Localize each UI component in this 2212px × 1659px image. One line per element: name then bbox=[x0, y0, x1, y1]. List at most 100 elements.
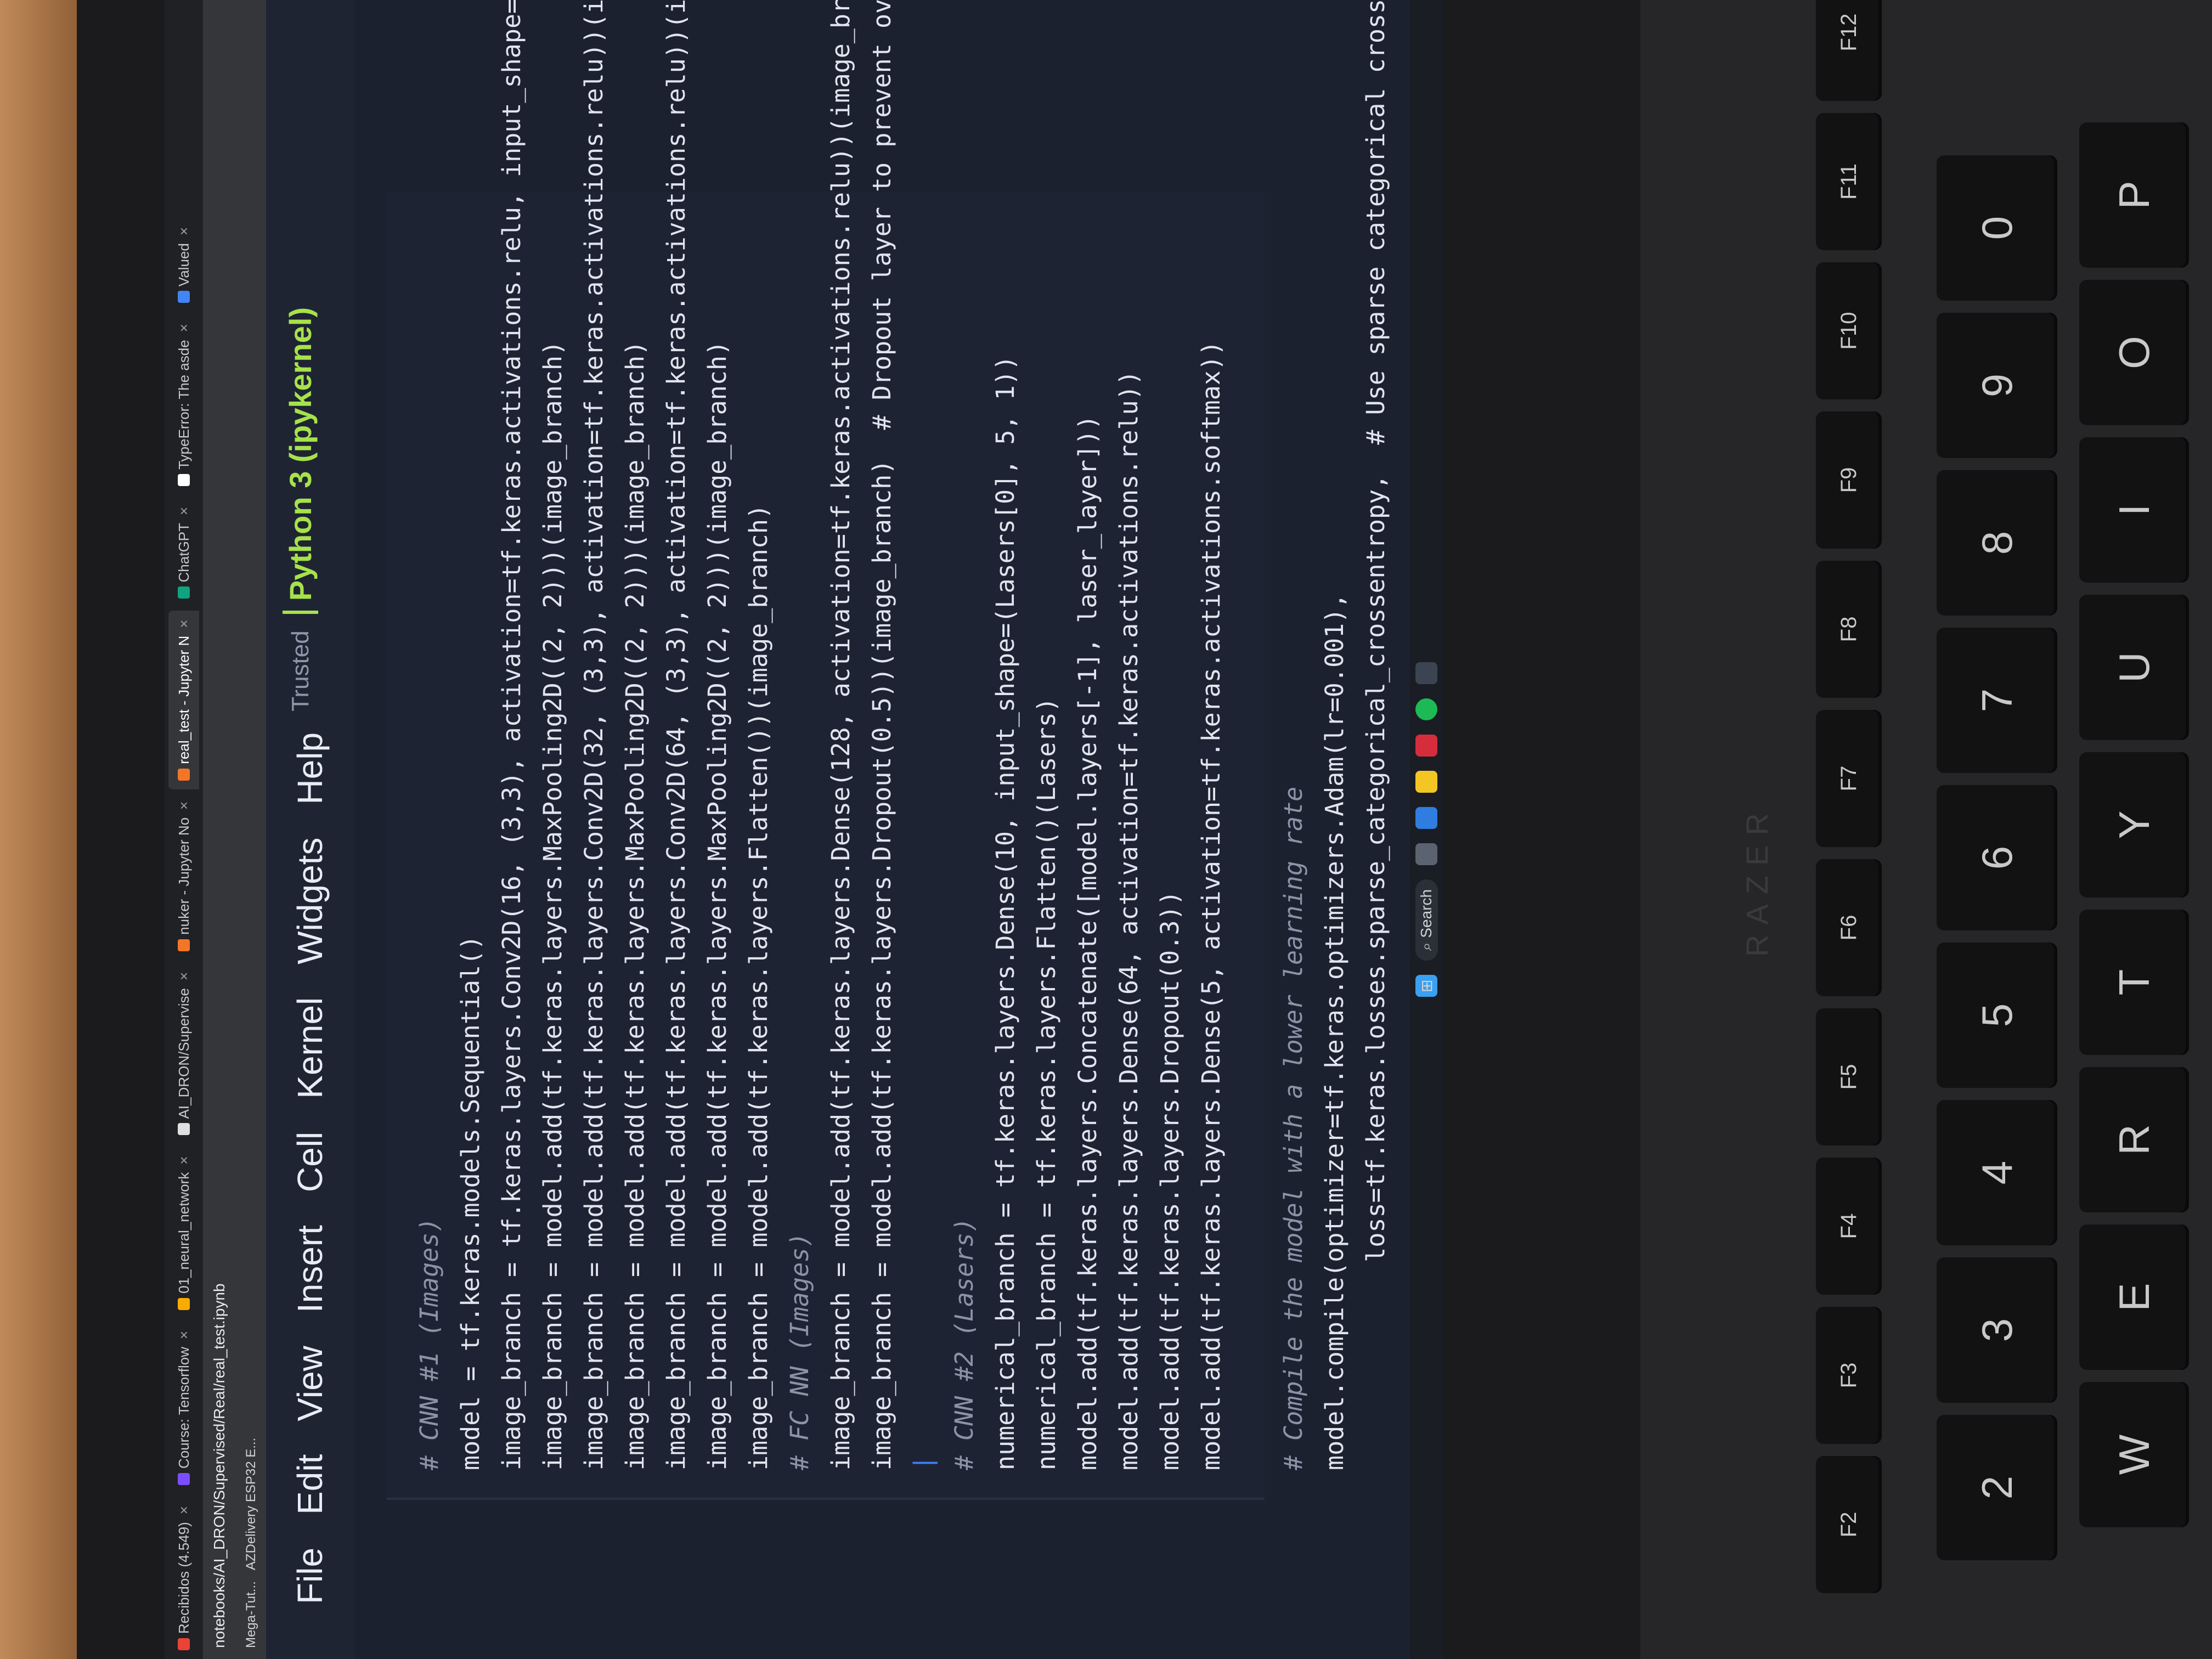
code-line: loss=tf.keras.losses.sparse_categorical_… bbox=[1361, 0, 1390, 1470]
tab-favicon-icon bbox=[178, 473, 190, 486]
key-3: 3 bbox=[1937, 1257, 2057, 1403]
opera-icon[interactable] bbox=[1415, 734, 1437, 757]
tab-close-icon[interactable]: × bbox=[176, 227, 193, 235]
key-f8: F8 bbox=[1816, 561, 1882, 698]
menu-cell[interactable]: Cell bbox=[290, 1132, 330, 1192]
tab-close-icon[interactable]: × bbox=[176, 1506, 193, 1514]
tab-close-icon[interactable]: × bbox=[176, 619, 193, 628]
key-8: 8 bbox=[1937, 470, 2057, 616]
key-f9: F9 bbox=[1816, 411, 1882, 549]
code-editor[interactable]: # CNN #1 (Images) model = tf.keras.models… bbox=[409, 0, 1396, 1470]
code-line: numerical_branch = tf.keras.layers.Flatt… bbox=[1032, 697, 1061, 1470]
key-f5: F5 bbox=[1816, 1008, 1882, 1146]
code-comment-line: # CNN #2 (Lasers) bbox=[950, 1217, 979, 1470]
key-f3: F3 bbox=[1816, 1307, 1882, 1444]
menu-file[interactable]: File bbox=[290, 1548, 330, 1604]
tab-label: Course: Tensorflow bbox=[175, 1346, 192, 1469]
menu-widgets[interactable]: Widgets bbox=[290, 838, 330, 964]
screen-content: Recibidos (4.549) × Course: Tensorflow × 01_… bbox=[165, 0, 1443, 1659]
tab-close-icon[interactable]: × bbox=[176, 1156, 193, 1164]
browser-tab[interactable]: 01_neural_network × bbox=[168, 1147, 199, 1318]
key-7: 7 bbox=[1937, 628, 2057, 773]
tab-label: AI_DRON/Supervise bbox=[175, 988, 192, 1119]
keyboard-keys: RAZER F2 F3 F4 F5 F6 F7 F8 F9 F10 F11 F12 23456789… bbox=[1640, 0, 2212, 1659]
razer-logo: RAZER bbox=[1740, 803, 1774, 957]
code-comment-line: # Compile the model with a lower learnin… bbox=[1279, 786, 1308, 1470]
tab-label: Recibidos (4.549) bbox=[175, 1522, 192, 1634]
key-f10: F10 bbox=[1816, 262, 1882, 399]
search-label: Search bbox=[1417, 889, 1435, 938]
notebook-area: # CNN #1 (Images) model = tf.keras.models… bbox=[354, 0, 1443, 1659]
menu-insert[interactable]: Insert bbox=[290, 1225, 330, 1313]
menu-edit[interactable]: Edit bbox=[290, 1454, 330, 1515]
trusted-indicator[interactable]: Trusted bbox=[287, 630, 314, 712]
browser-tab[interactable]: AI_DRON/Supervise × bbox=[168, 963, 199, 1144]
key-e: E bbox=[2079, 1224, 2189, 1370]
browser-tab[interactable]: nuker - Jupyter No × bbox=[168, 793, 199, 960]
text-cursor: | bbox=[909, 1455, 938, 1470]
kernel-name[interactable]: Python 3 (ipykernel) bbox=[283, 307, 318, 614]
edge-icon[interactable] bbox=[1415, 806, 1437, 829]
jupyter-menubar: File Edit View Insert Cell Kernel Widget… bbox=[266, 0, 354, 1659]
code-line: image_branch = model.add(tf.keras.layers… bbox=[744, 504, 773, 1470]
code-line: image_branch = model.add(tf.keras.layers… bbox=[538, 340, 567, 1470]
tab-close-icon[interactable]: × bbox=[176, 802, 193, 810]
key-r: R bbox=[2079, 1067, 2189, 1212]
key-f2: F2 bbox=[1816, 1456, 1882, 1593]
tab-favicon-icon bbox=[178, 586, 190, 599]
code-line: image_branch = model.add(tf.keras.layers… bbox=[662, 0, 691, 1470]
number-key-row: 234567890 bbox=[1937, 155, 2057, 1560]
key-o: O bbox=[2079, 280, 2189, 425]
terminal-icon[interactable] bbox=[1415, 662, 1437, 684]
key-6: 6 bbox=[1937, 785, 2057, 930]
code-comment-line: # CNN #1 (Images) bbox=[415, 1217, 444, 1470]
tab-label: ChatGPT bbox=[175, 523, 192, 583]
tab-close-icon[interactable]: × bbox=[176, 972, 193, 980]
menu-help[interactable]: Help bbox=[290, 732, 330, 805]
tab-close-icon[interactable]: × bbox=[176, 507, 193, 515]
tab-favicon-icon bbox=[178, 1123, 190, 1136]
task-view-icon[interactable] bbox=[1415, 843, 1437, 865]
key-2: 2 bbox=[1937, 1415, 2057, 1560]
browser-tab[interactable]: Recibidos (4.549) × bbox=[168, 1497, 199, 1659]
tab-close-icon[interactable]: × bbox=[176, 1331, 193, 1339]
tab-label: nuker - Jupyter No bbox=[175, 817, 192, 935]
code-line: image_branch = model.add(tf.keras.layers… bbox=[579, 0, 608, 1470]
windows-start-icon[interactable]: ⊞ bbox=[1415, 975, 1437, 997]
key-f4: F4 bbox=[1816, 1158, 1882, 1295]
kernel-status: Trusted Python 3 (ipykernel) bbox=[283, 307, 318, 712]
address-bar[interactable]: notebooks/AI_DRON/Supervised/Real/real_t… bbox=[203, 0, 236, 1659]
key-i: I bbox=[2079, 437, 2189, 583]
key-f6: F6 bbox=[1816, 859, 1882, 996]
browser-tab[interactable]: TypeError: The asde × bbox=[168, 315, 199, 495]
laptop-screen: Recibidos (4.549) × Course: Tensorflow × 01_… bbox=[165, 0, 1443, 1659]
browser-tab-strip: Recibidos (4.549) × Course: Tensorflow × 01_… bbox=[165, 0, 203, 1659]
code-line: numerical_branch = tf.keras.layers.Dense… bbox=[991, 356, 1020, 1470]
function-key-row: F2 F3 F4 F5 F6 F7 F8 F9 F10 F11 F12 bbox=[1816, 0, 1882, 1593]
tab-favicon-icon bbox=[178, 291, 190, 303]
key-f11: F11 bbox=[1816, 113, 1882, 250]
menu-view[interactable]: View bbox=[290, 1346, 330, 1421]
taskbar-search[interactable]: ⌕ Search bbox=[1415, 879, 1438, 961]
spotify-icon[interactable] bbox=[1415, 698, 1437, 720]
bookmark-item[interactable]: AZDelivery ESP32 E... bbox=[244, 1438, 259, 1570]
key-p: P bbox=[2079, 122, 2189, 268]
menu-kernel[interactable]: Kernel bbox=[290, 997, 330, 1099]
code-line: model.add(tf.keras.layers.Concatenate([m… bbox=[1073, 415, 1102, 1470]
browser-tab[interactable]: ChatGPT × bbox=[168, 498, 199, 608]
browser-tab[interactable]: Course: Tensorflow × bbox=[168, 1322, 199, 1494]
browser-tab[interactable]: Valued × bbox=[168, 218, 199, 312]
tab-close-icon[interactable]: × bbox=[176, 324, 193, 332]
bookmark-item[interactable]: Mega-Tut... bbox=[244, 1581, 259, 1648]
letter-key-row: WERTYUIOP bbox=[2079, 122, 2189, 1527]
file-explorer-icon[interactable] bbox=[1415, 770, 1437, 793]
code-line: model.compile(optimizer=tf.keras.optimiz… bbox=[1320, 593, 1349, 1470]
tab-label: real_test - Jupyter N bbox=[175, 635, 192, 764]
code-line: image_branch = model.add(tf.keras.layers… bbox=[620, 340, 650, 1470]
key-5: 5 bbox=[1937, 943, 2057, 1088]
key-f12: F12 bbox=[1816, 0, 1882, 101]
code-line: image_branch = model.add(tf.keras.layers… bbox=[867, 0, 896, 1470]
code-cell[interactable]: # CNN #1 (Images) model = tf.keras.models… bbox=[387, 0, 1390, 1500]
browser-tab[interactable]: real_test - Jupyter N × bbox=[168, 611, 199, 789]
